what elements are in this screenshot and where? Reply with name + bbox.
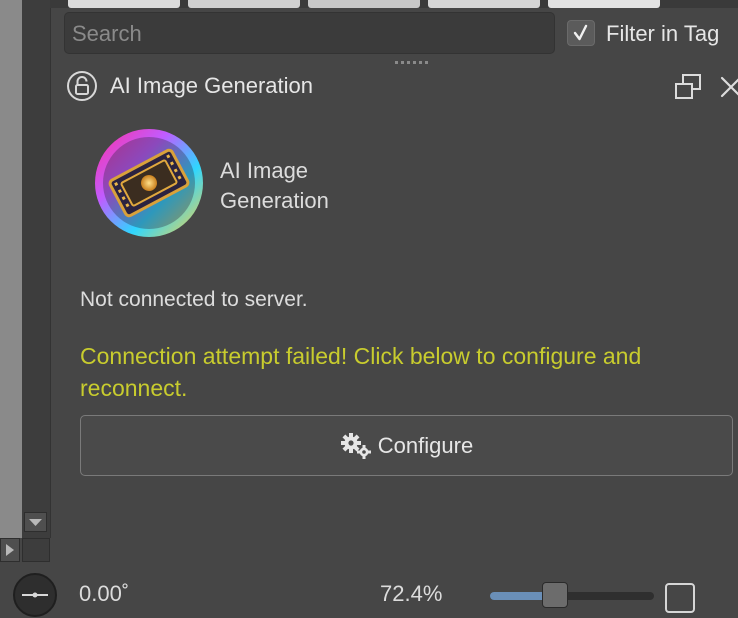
connection-status: Not connected to server.: [80, 288, 308, 311]
ai-diffusion-logo-icon: [95, 129, 203, 237]
search-placeholder: Search: [72, 21, 142, 46]
scrollbar-corner: [22, 538, 50, 562]
checkmark-icon: [573, 24, 588, 41]
zoom-slider-handle[interactable]: [542, 582, 568, 608]
float-window-icon[interactable]: [672, 72, 704, 102]
search-input[interactable]: Search: [64, 12, 555, 54]
filter-in-tag-label: Filter in Tag: [606, 21, 720, 46]
zoom-fit-button[interactable]: [665, 583, 695, 613]
configure-button-label: Configure: [377, 432, 474, 458]
panel-title: AI Image Generation: [110, 73, 314, 98]
zoom-value[interactable]: 72.4%: [380, 580, 442, 608]
close-icon[interactable]: [718, 74, 738, 100]
brush-thumbnail[interactable]: [68, 0, 180, 8]
configure-button[interactable]: Configure: [80, 415, 733, 476]
rotation-value[interactable]: 0.00˚: [79, 580, 129, 608]
brush-thumbnail[interactable]: [428, 0, 540, 8]
triangle-down-icon: [29, 519, 42, 526]
app-name: AI Image Generation: [220, 158, 329, 213]
brush-thumbnail[interactable]: [188, 0, 300, 8]
error-message: Connection attempt failed! Click below t…: [80, 343, 642, 401]
canvas-edge: [0, 0, 22, 538]
scroll-right-button[interactable]: [0, 538, 20, 562]
gears-icon: [340, 432, 371, 459]
scroll-down-button[interactable]: [24, 512, 47, 532]
lock-icon[interactable]: [66, 70, 98, 102]
rotation-dial-icon[interactable]: [12, 572, 58, 618]
triangle-right-icon: [6, 544, 14, 556]
filter-in-tag-checkbox[interactable]: [567, 20, 595, 46]
brush-thumbnail[interactable]: [548, 0, 660, 8]
brush-thumbnail[interactable]: [308, 0, 420, 8]
brush-preset-strip: [50, 0, 738, 8]
vertical-scrollbar[interactable]: [22, 0, 51, 538]
zoom-slider[interactable]: [490, 592, 654, 600]
drag-handle-icon[interactable]: [394, 60, 430, 66]
